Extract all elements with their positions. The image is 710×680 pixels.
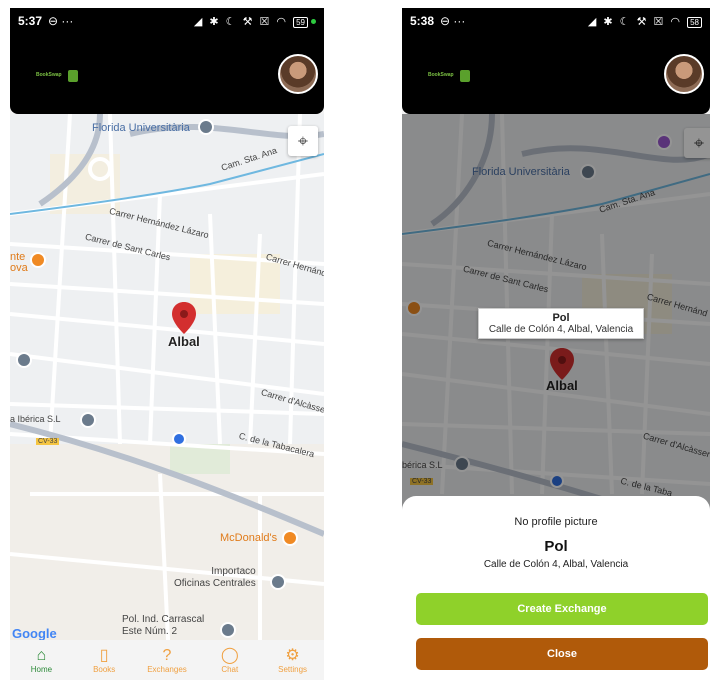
status-time: 5:38 [410, 14, 435, 28]
map-label-mcdonalds: McDonald's [220, 532, 278, 544]
google-logo: Google [12, 626, 57, 641]
gear-icon: ⚙ [285, 646, 300, 664]
current-location-icon [172, 432, 186, 446]
nav-label: Exchanges [147, 664, 187, 674]
map-view[interactable]: Florida Universitària Cam. Sta. Ana Carr… [10, 114, 324, 680]
avatar[interactable] [278, 54, 318, 94]
crosshair-icon: ⌖ [297, 130, 309, 151]
app-header: BookSwap [402, 34, 710, 114]
question-icon: ? [162, 646, 172, 664]
business-icon[interactable] [80, 412, 96, 428]
battery-level: 58 [687, 16, 702, 28]
map-label-pol-ind: Pol. Ind. Carrascal Este Núm. 2 [122, 614, 205, 637]
phone-screen-detail: 5:38 ⊖ ··· ◢ ✱ ☾ ⚒ ☒ ◠ 58 BookSwap Flori… [402, 8, 710, 680]
nav-label: Settings [278, 664, 308, 674]
mcdonalds-icon[interactable] [282, 530, 298, 546]
chat-icon: ◯ [220, 646, 239, 664]
user-name: Pol [544, 538, 568, 555]
avatar[interactable] [664, 54, 704, 94]
status-app-icons: ⊖ ··· [48, 14, 74, 28]
info-window-title: Pol [552, 312, 570, 324]
book-icon: ▯ [99, 646, 109, 664]
status-app-icons: ⊖ ··· [440, 14, 466, 28]
app-logo: BookSwap [36, 70, 78, 86]
phone-screen-map: 5:37 ⊖ ··· ◢ ✱ ☾ ⚒ ☒ ◠ 59 BookSwap Flori… [10, 8, 324, 680]
nav-books[interactable]: ▯ Books [76, 647, 132, 674]
close-button[interactable]: Close [416, 638, 708, 670]
map-info-window[interactable]: Pol Calle de Colón 4, Albal, Valencia [478, 308, 644, 339]
status-bar: 5:38 ⊖ ··· ◢ ✱ ☾ ⚒ ☒ ◠ 58 [402, 8, 710, 34]
university-icon[interactable] [198, 119, 214, 135]
logo-text: BookSwap [36, 72, 62, 78]
logo-icon [460, 70, 470, 82]
nav-chat[interactable]: ◯ Chat [202, 647, 258, 674]
logo-icon [68, 70, 78, 82]
home-icon: ⌂ [36, 646, 47, 664]
my-location-button[interactable]: ⌖ [288, 126, 318, 156]
map-label-florida: Florida Universitària [92, 122, 190, 134]
nav-label: Books [93, 664, 116, 674]
user-detail-sheet: No profile picture Pol Calle de Colón 4,… [402, 496, 710, 680]
restaurant-icon[interactable] [30, 252, 46, 268]
bottom-nav: ⌂ Home ▯ Books ? Exchanges ◯ Chat ⚙ Settings [10, 640, 324, 680]
nav-label: Home [30, 664, 53, 674]
user-address: Calle de Colón 4, Albal, Valencia [483, 559, 629, 570]
app-header: BookSwap [10, 34, 324, 114]
nav-exchanges[interactable]: ? Exchanges [139, 647, 195, 674]
logo-text: BookSwap [428, 72, 454, 78]
status-system-icons: ◢ ✱ ☾ ⚒ ☒ ◠ 58 [588, 15, 702, 28]
place-icon[interactable] [16, 352, 32, 368]
app-logo: BookSwap [428, 70, 470, 86]
battery-level: 59 [293, 16, 308, 28]
location-pin-icon[interactable] [172, 302, 196, 334]
map-label-importaco: Importaco Oficinas Centrales [174, 566, 256, 589]
status-system-icons: ◢ ✱ ☾ ⚒ ☒ ◠ 59 [194, 15, 316, 28]
info-window-address: Calle de Colón 4, Albal, Valencia [488, 324, 634, 335]
pin-label: Albal [168, 334, 200, 349]
status-bar: 5:37 ⊖ ··· ◢ ✱ ☾ ⚒ ☒ ◠ 59 [10, 8, 324, 34]
status-time: 5:37 [18, 14, 43, 28]
map-label-nte-ova: nte ova [10, 251, 28, 274]
road-badge-cv33: CV-33 [36, 438, 60, 445]
nav-label: Chat [221, 664, 239, 674]
no-profile-picture-text: No profile picture [514, 516, 598, 528]
office-icon[interactable] [270, 574, 286, 590]
industrial-icon[interactable] [220, 622, 236, 638]
nav-home[interactable]: ⌂ Home [13, 647, 69, 674]
create-exchange-button[interactable]: Create Exchange [416, 593, 708, 625]
map-label-iberica: a Ibérica S.L [10, 414, 61, 424]
nav-settings[interactable]: ⚙ Settings [265, 647, 321, 674]
